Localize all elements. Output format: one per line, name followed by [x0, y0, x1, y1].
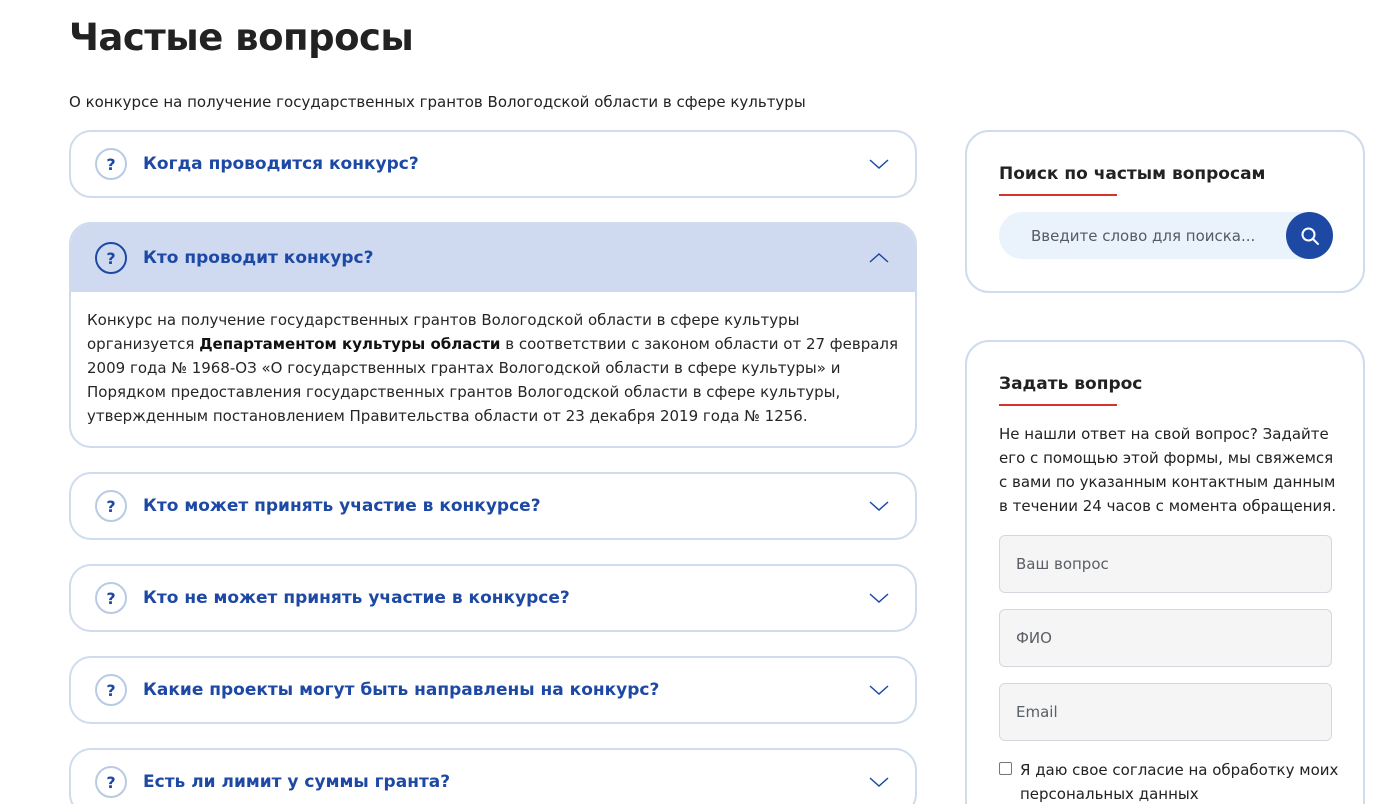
faq-item: ? Когда проводится конкурс? — [69, 130, 917, 198]
consent-checkbox[interactable] — [999, 762, 1012, 775]
faq-list: ? Когда проводится конкурс? ? Кто провод… — [69, 130, 917, 804]
faq-question-text: Кто проводит конкурс? — [143, 248, 374, 268]
faq-question-toggle[interactable]: ? Кто может принять участие в конкурсе? — [71, 474, 915, 538]
page-title: Частые вопросы — [69, 16, 414, 59]
faq-item: ? Кто может принять участие в конкурсе? — [69, 472, 917, 540]
question-field[interactable] — [999, 535, 1332, 593]
question-icon: ? — [95, 490, 127, 522]
faq-question-text: Какие проекты могут быть направлены на к… — [143, 680, 660, 700]
chevron-down-icon[interactable] — [867, 678, 891, 702]
faq-item: ? Кто проводит конкурс? Конкурс на получ… — [69, 222, 917, 448]
faq-question-text: Кто не может принять участие в конкурсе? — [143, 588, 570, 608]
question-icon: ? — [95, 242, 127, 274]
question-icon: ? — [95, 766, 127, 798]
faq-question-text: Кто может принять участие в конкурсе? — [143, 496, 541, 516]
ask-question-card: Задать вопрос Не нашли ответ на свой воп… — [965, 340, 1365, 804]
search-button[interactable] — [1286, 212, 1333, 259]
email-field[interactable] — [999, 683, 1332, 741]
search-box — [999, 212, 1333, 259]
faq-question-toggle[interactable]: ? Когда проводится конкурс? — [71, 132, 915, 196]
faq-question-text: Есть ли лимит у суммы гранта? — [143, 772, 451, 792]
search-input[interactable] — [999, 212, 1289, 259]
title-underline — [999, 194, 1117, 196]
faq-item: ? Есть ли лимит у суммы гранта? — [69, 748, 917, 804]
question-icon: ? — [95, 674, 127, 706]
page-subtitle: О конкурсе на получение государственных … — [69, 93, 806, 111]
faq-search-card: Поиск по частым вопросам — [965, 130, 1365, 293]
faq-answer-emphasis: Департаментом культуры области — [199, 335, 501, 353]
search-card-title: Поиск по частым вопросам — [999, 164, 1266, 184]
chevron-down-icon[interactable] — [867, 494, 891, 518]
chevron-down-icon[interactable] — [867, 770, 891, 794]
question-icon: ? — [95, 582, 127, 614]
faq-question-toggle[interactable]: ? Кто не может принять участие в конкурс… — [71, 566, 915, 630]
search-icon — [1301, 227, 1319, 245]
ask-description: Не нашли ответ на свой вопрос? Задайте е… — [999, 425, 1337, 515]
chevron-up-icon[interactable] — [867, 246, 891, 270]
name-field[interactable] — [999, 609, 1332, 667]
faq-item: ? Кто не может принять участие в конкурс… — [69, 564, 917, 632]
title-underline — [999, 404, 1117, 406]
faq-question-text: Когда проводится конкурс? — [143, 154, 419, 174]
chevron-down-icon[interactable] — [867, 586, 891, 610]
consent-label: Я даю свое согласие на обработку моих пе… — [1020, 761, 1339, 803]
ask-card-title: Задать вопрос — [999, 374, 1143, 394]
consent-row: Я даю свое согласие на обработку моих пе… — [999, 758, 1339, 804]
faq-answer: Конкурс на получение государственных гра… — [71, 292, 915, 446]
faq-item: ? Какие проекты могут быть направлены на… — [69, 656, 917, 724]
faq-question-toggle[interactable]: ? Есть ли лимит у суммы гранта? — [71, 750, 915, 804]
question-icon: ? — [95, 148, 127, 180]
chevron-down-icon[interactable] — [867, 152, 891, 176]
faq-question-toggle[interactable]: ? Кто проводит конкурс? — [71, 224, 915, 292]
faq-question-toggle[interactable]: ? Какие проекты могут быть направлены на… — [71, 658, 915, 722]
